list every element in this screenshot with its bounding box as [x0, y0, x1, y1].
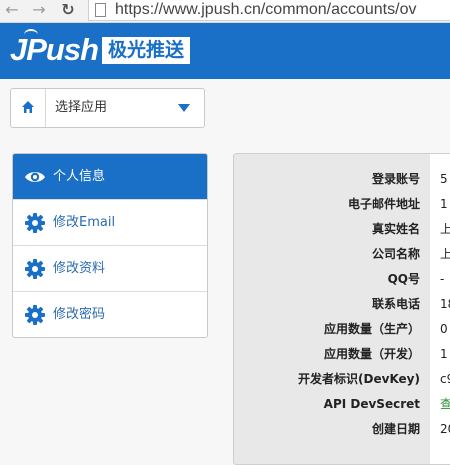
account-info-panel: 登录账号 5 电子邮件地址 1 真实姓名 上 公司名称 上 QQ号 - 联系电话… [233, 153, 450, 465]
info-row-login-account: 登录账号 5 [234, 167, 450, 192]
menu-item-change-email[interactable]: 修改Email [13, 199, 207, 245]
row-value: 上 [440, 247, 450, 261]
signal-wave-icon [24, 29, 38, 41]
info-row-real-name: 真实姓名 上 [234, 217, 450, 242]
row-value: 1 [440, 197, 448, 211]
page-icon [95, 3, 106, 17]
forward-arrow-icon[interactable]: → [27, 0, 51, 22]
row-label: 应用数量（生产） [323, 322, 420, 336]
account-menu: 个人信息 修改Email 修改资料 修改密码 [12, 153, 208, 338]
address-bar[interactable]: https://www.jpush.cn/common/accounts/ov [88, 0, 450, 21]
info-row-phone: 联系电话 18 [234, 292, 450, 317]
row-value: 上 [440, 222, 450, 236]
menu-item-change-password[interactable]: 修改密码 [13, 291, 207, 337]
info-row-created-date: 创建日期 20 [234, 417, 450, 442]
menu-item-label: 个人信息 [53, 169, 106, 184]
eye-icon [25, 172, 45, 182]
caret-down-icon [178, 104, 190, 112]
gear-icon [25, 305, 45, 325]
row-value: 5 [440, 172, 448, 186]
row-label: 联系电话 [371, 297, 420, 311]
row-value: 1 [440, 347, 448, 361]
row-value: 18 [440, 297, 450, 311]
row-label: 开发者标识(DevKey) [298, 372, 420, 386]
row-value: 20 [440, 422, 450, 436]
back-arrow-icon[interactable]: ← [0, 0, 24, 22]
app-selector-label: 选择应用 [55, 100, 108, 115]
row-value: c9 [440, 372, 450, 386]
info-row-company: 公司名称 上 [234, 242, 450, 267]
row-label: 真实姓名 [371, 222, 420, 236]
logo-text-cn: 极光推送 [102, 36, 191, 64]
row-value: - [440, 272, 445, 286]
gear-icon [25, 213, 45, 233]
info-row-qq: QQ号 - [234, 267, 450, 292]
row-value: 0 [440, 322, 448, 336]
menu-item-edit-profile[interactable]: 修改资料 [13, 245, 207, 291]
info-row-apps-development: 应用数量（开发） 1 [234, 342, 450, 367]
url-text: https://www.jpush.cn/common/accounts/ov [115, 1, 417, 18]
row-label: 公司名称 [371, 247, 420, 261]
site-header: JPush 极光推送 [0, 23, 450, 79]
home-icon [22, 101, 34, 113]
row-label: 登录账号 [371, 172, 420, 186]
gear-icon [25, 259, 45, 279]
info-row-devsecret: API DevSecret 查 [234, 392, 450, 417]
home-button[interactable] [11, 89, 46, 127]
row-label: 电子邮件地址 [347, 197, 420, 211]
row-label: 应用数量（开发） [323, 347, 420, 361]
row-label: 创建日期 [371, 422, 420, 436]
reload-icon[interactable]: ↻ [56, 0, 80, 22]
menu-item-profile[interactable]: 个人信息 [13, 154, 207, 199]
row-label: QQ号 [387, 272, 420, 286]
info-row-devkey: 开发者标识(DevKey) c9 [234, 367, 450, 392]
menu-item-label: 修改Email [53, 215, 116, 230]
menu-item-label: 修改密码 [53, 307, 106, 322]
jpush-logo[interactable]: JPush 极光推送 [10, 29, 191, 69]
app-selector[interactable]: 选择应用 [10, 88, 205, 128]
browser-toolbar: ← → ↻ https://www.jpush.cn/common/accoun… [0, 0, 450, 23]
info-row-email: 电子邮件地址 1 [234, 192, 450, 217]
row-label: API DevSecret [323, 397, 420, 411]
menu-item-label: 修改资料 [53, 261, 106, 276]
info-row-apps-production: 应用数量（生产） 0 [234, 317, 450, 342]
view-devsecret-link[interactable]: 查 [440, 392, 450, 417]
